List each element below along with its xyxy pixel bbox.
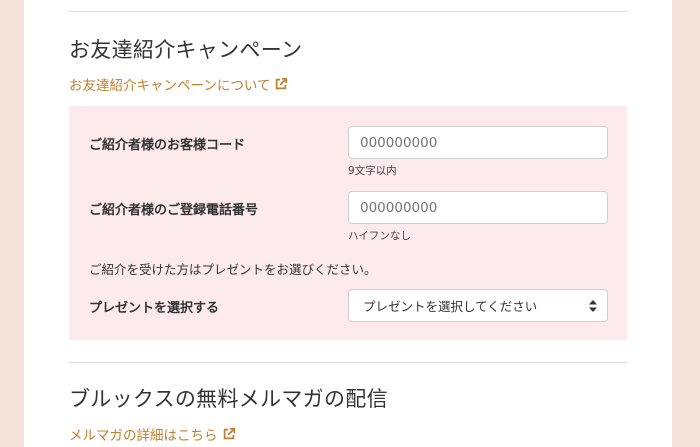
customer-code-label: ご紹介者様のお客様コード: [89, 138, 246, 153]
phone-label: ご紹介者様のご登録電話番号: [89, 203, 259, 218]
select-arrows-icon: [589, 299, 597, 312]
referral-about-link[interactable]: お友達紹介キャンペーンについて: [69, 74, 288, 94]
phone-input[interactable]: [348, 191, 608, 224]
present-note: ご紹介を受けた方はプレゼントをお選びください。: [89, 262, 377, 277]
present-select[interactable]: プレゼントを選択してください: [348, 289, 608, 322]
phone-help: ハイフンなし: [348, 230, 411, 242]
newsletter-heading: ブルックスの無料メルマガの配信: [69, 387, 388, 411]
present-select-value: プレゼントを選択してください: [363, 299, 538, 314]
external-link-icon: [223, 427, 235, 440]
top-divider: [69, 11, 627, 12]
customer-code-help: 9文字以内: [348, 165, 397, 177]
newsletter-details-link[interactable]: メルマガの詳細はこちら: [69, 424, 236, 444]
content-panel: お友達紹介キャンペーン お友達紹介キャンペーンについて ご紹介者様のお客様コード…: [24, 0, 672, 447]
customer-code-input[interactable]: [348, 126, 608, 159]
present-label: プレゼントを選択する: [89, 301, 220, 316]
referral-about-link-label: お友達紹介キャンペーンについて: [69, 78, 271, 94]
newsletter-details-link-label: メルマガの詳細はこちら: [69, 428, 218, 444]
referral-form: ご紹介者様のお客様コード 9文字以内 ご紹介者様のご登録電話番号 ハイフンなし …: [69, 106, 627, 340]
referral-heading: お友達紹介キャンペーン: [69, 38, 303, 62]
external-link-icon: [276, 77, 288, 90]
section-divider: [69, 362, 627, 363]
